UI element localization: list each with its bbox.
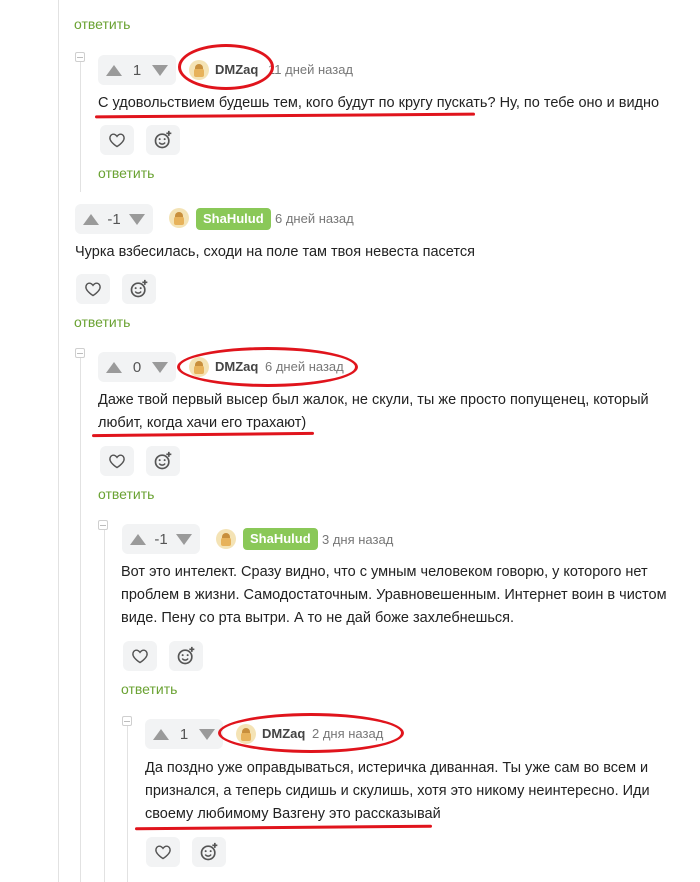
- comment-line: признался, а теперь сидишь и скулишь, хо…: [145, 783, 650, 799]
- add-emoji-icon: [177, 646, 195, 665]
- avatar[interactable]: [169, 208, 189, 228]
- upvote-icon[interactable]: [130, 533, 146, 545]
- comment-line: виде. Пену со рта вытри. А то не дай бож…: [121, 610, 515, 626]
- reply-link[interactable]: ответить: [98, 165, 154, 181]
- vote-score: -1: [154, 530, 168, 548]
- vote-score: 0: [132, 358, 142, 376]
- upvote-icon[interactable]: [153, 728, 169, 740]
- like-button[interactable]: [146, 837, 180, 867]
- reaction-button[interactable]: [146, 446, 180, 476]
- author-name[interactable]: ShaHulud: [243, 528, 318, 550]
- collapse-toggle[interactable]: [75, 348, 85, 358]
- comment-line: С удовольствием будешь тем, кого будут п…: [98, 95, 660, 111]
- comment-time[interactable]: 11 дней назад: [268, 62, 353, 77]
- highlight-ring: [177, 347, 358, 387]
- heart-icon: [155, 845, 171, 860]
- vote-widget: 0: [98, 352, 176, 382]
- comment-text: Чурка взбесилась, сходи на поле там твоя…: [75, 241, 475, 264]
- upvote-icon[interactable]: [106, 361, 122, 373]
- reply-link[interactable]: ответить: [74, 16, 130, 32]
- comment-line: проблем в жизни. Самодостаточным. Уравно…: [121, 587, 667, 603]
- add-emoji-icon: [130, 279, 148, 298]
- vote-widget: 1: [145, 719, 223, 749]
- downvote-icon[interactable]: [152, 361, 168, 373]
- reaction-button[interactable]: [192, 837, 226, 867]
- reaction-button[interactable]: [122, 274, 156, 304]
- heart-icon: [85, 282, 101, 297]
- upvote-icon[interactable]: [83, 213, 99, 225]
- reaction-button[interactable]: [169, 641, 203, 671]
- add-emoji-icon: [154, 130, 172, 149]
- vote-widget: -1: [75, 204, 153, 234]
- thread-line: [80, 62, 81, 192]
- vote-score: 1: [132, 61, 142, 79]
- reply-link[interactable]: ответить: [121, 681, 177, 697]
- vote-widget: 1: [98, 55, 176, 85]
- heart-icon: [109, 454, 125, 469]
- collapse-toggle[interactable]: [122, 716, 132, 726]
- downvote-icon[interactable]: [129, 213, 145, 225]
- highlight-ring: [218, 713, 404, 753]
- comment-line: любит, когда хачи его трахают): [98, 415, 307, 431]
- downvote-icon[interactable]: [152, 64, 168, 76]
- thread-line: [58, 0, 59, 882]
- comment-text: Даже твой первый высер был жалок, не ску…: [98, 389, 649, 435]
- vote-score: -1: [107, 210, 121, 228]
- vote-score: 1: [179, 725, 189, 743]
- highlight-ring: [178, 44, 274, 90]
- like-button[interactable]: [100, 125, 134, 155]
- comment-line: Да поздно уже оправдываться, истеричка д…: [145, 760, 649, 776]
- comment-time[interactable]: 3 дня назад: [322, 532, 393, 547]
- add-emoji-icon: [200, 842, 218, 861]
- heart-icon: [132, 649, 148, 664]
- thread-line: [80, 358, 81, 882]
- comment-text: Да поздно уже оправдываться, истеричка д…: [145, 757, 650, 826]
- reply-link[interactable]: ответить: [98, 486, 154, 502]
- upvote-icon[interactable]: [106, 64, 122, 76]
- collapse-toggle[interactable]: [98, 520, 108, 530]
- comment-line: Даже твой первый высер был жалок, не ску…: [98, 392, 649, 408]
- comment-text: Вот это интелект. Сразу видно, что с умн…: [121, 561, 667, 630]
- comment-time[interactable]: 6 дней назад: [275, 211, 354, 226]
- downvote-icon[interactable]: [199, 728, 215, 740]
- downvote-icon[interactable]: [176, 533, 192, 545]
- heart-icon: [109, 133, 125, 148]
- like-button[interactable]: [123, 641, 157, 671]
- reaction-button[interactable]: [146, 125, 180, 155]
- reply-link[interactable]: ответить: [74, 314, 130, 330]
- like-button[interactable]: [100, 446, 134, 476]
- like-button[interactable]: [76, 274, 110, 304]
- comment-line: своему любимому Вазгену это рассказывай: [145, 806, 441, 822]
- avatar[interactable]: [216, 529, 236, 549]
- comment-line: Чурка взбесилась, сходи на поле там твоя…: [75, 244, 475, 260]
- collapse-toggle[interactable]: [75, 52, 85, 62]
- comment-text: С удовольствием будешь тем, кого будут п…: [98, 92, 659, 115]
- vote-widget: -1: [122, 524, 200, 554]
- comment-line: Вот это интелект. Сразу видно, что с умн…: [121, 564, 648, 580]
- thread-line: [127, 726, 128, 882]
- author-name[interactable]: ShaHulud: [196, 208, 271, 230]
- add-emoji-icon: [154, 451, 172, 470]
- thread-line: [104, 530, 105, 882]
